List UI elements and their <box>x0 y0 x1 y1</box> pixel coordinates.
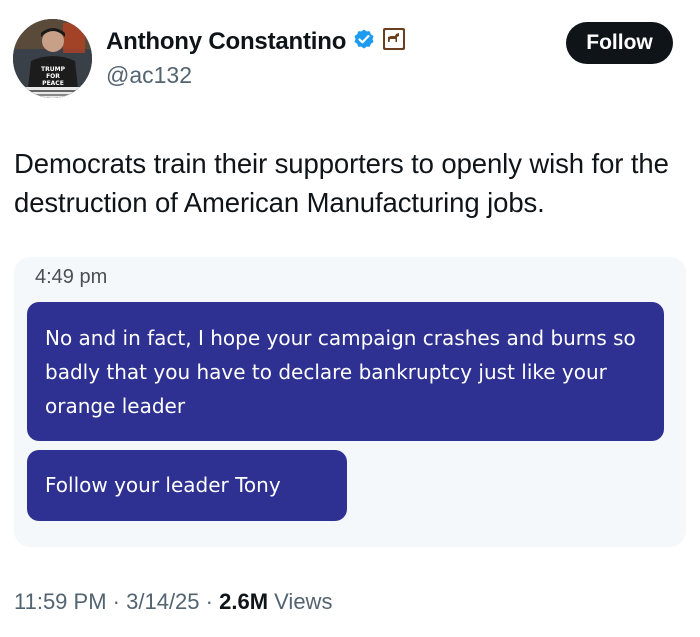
tweet-time[interactable]: 11:59 PM <box>14 589 107 614</box>
follow-button[interactable]: Follow <box>566 22 673 64</box>
author-name-row: Anthony Constantino <box>106 27 406 56</box>
svg-text:PEACE: PEACE <box>42 80 64 87</box>
affiliate-badge-icon[interactable] <box>382 27 406 56</box>
views-label: Views <box>274 589 333 614</box>
svg-text:FOR: FOR <box>46 73 60 80</box>
separator: · <box>205 589 213 614</box>
tweet-media-screenshot[interactable]: 4:49 pm No and in fact, I hope your camp… <box>14 257 686 547</box>
verified-badge-icon[interactable] <box>352 27 376 56</box>
avatar-image: TRUMP FOR PEACE <box>13 19 92 98</box>
svg-text:TRUMP: TRUMP <box>41 66 66 73</box>
separator: · <box>112 589 120 614</box>
message-bubble: No and in fact, I hope your campaign cra… <box>27 302 664 441</box>
message-bubble: Follow your leader Tony <box>27 450 347 521</box>
tweet-header: TRUMP FOR PEACE Anthony Constantino @ac1… <box>0 0 700 110</box>
author-avatar[interactable]: TRUMP FOR PEACE <box>13 19 92 98</box>
message-timestamp: 4:49 pm <box>35 266 108 288</box>
views-count: 2.6M <box>219 589 269 614</box>
author-display-name[interactable]: Anthony Constantino <box>106 28 346 56</box>
author-handle[interactable]: @ac132 <box>106 62 192 89</box>
tweet-text: Democrats train their supporters to open… <box>14 148 669 218</box>
tweet-date[interactable]: 3/14/25 <box>126 589 199 614</box>
tweet-metadata: 11:59 PM · 3/14/25 · 2.6M Views <box>14 589 332 615</box>
